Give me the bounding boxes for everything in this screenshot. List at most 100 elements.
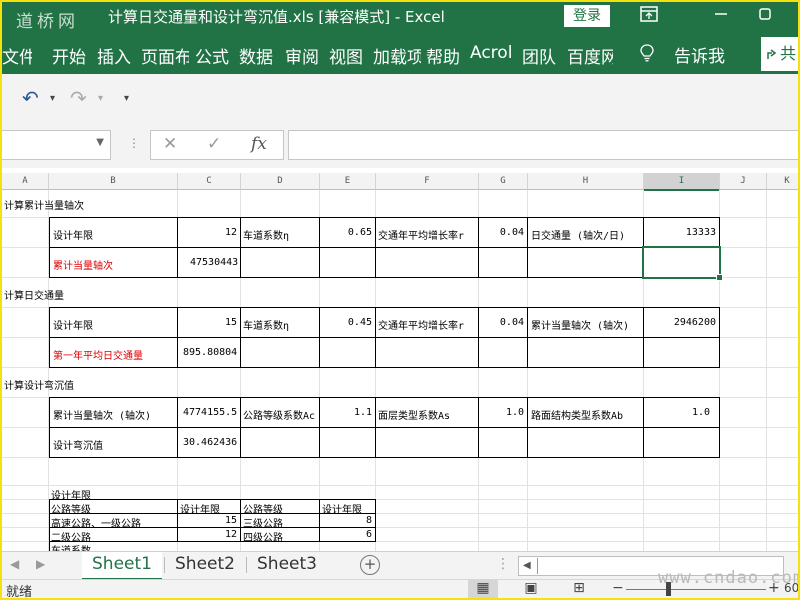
column-header-a[interactable]: A bbox=[2, 173, 49, 190]
cell-value[interactable]: 30.462436 bbox=[183, 437, 237, 448]
section-title[interactable]: 计算设计弯沉值 bbox=[4, 377, 74, 392]
table-header[interactable]: 设计年限 bbox=[180, 501, 220, 516]
table-header[interactable]: 公路等级 bbox=[51, 501, 91, 516]
cell-label[interactable]: 交通年平均增长率r bbox=[378, 227, 464, 242]
cell-label[interactable]: 累计当量轴次 (轴次) bbox=[53, 407, 151, 422]
table-cell[interactable]: 12 bbox=[178, 529, 237, 540]
cell-label[interactable]: 车道系数η bbox=[243, 317, 289, 332]
cell-label[interactable]: 设计年限 bbox=[53, 227, 93, 242]
name-box[interactable]: ▼ bbox=[2, 130, 111, 160]
undo-dropdown-icon[interactable]: ▾ bbox=[50, 93, 55, 104]
tell-me-box[interactable]: 告诉我 bbox=[674, 42, 725, 67]
cell-value[interactable]: 1.0 bbox=[479, 407, 524, 418]
page-layout-view-icon[interactable]: ▣ bbox=[516, 580, 546, 598]
column-header-h[interactable]: H bbox=[528, 173, 644, 190]
tab-split-handle-icon[interactable]: ⋮ bbox=[496, 556, 510, 572]
tab-acrobat[interactable]: Acrol bbox=[470, 43, 516, 63]
minimize-icon[interactable] bbox=[710, 6, 732, 26]
add-sheet-icon[interactable]: + bbox=[360, 555, 380, 575]
cell-value[interactable]: 0.65 bbox=[320, 227, 372, 238]
cell-label[interactable]: 累计当量轴次 bbox=[53, 257, 113, 272]
cell-label[interactable]: 公路等级系数Ac bbox=[243, 407, 318, 422]
ribbon-display-icon[interactable] bbox=[638, 6, 660, 26]
worksheet-grid[interactable]: A B C D E F G H I J K 计算累计当量轴次 设计年限 12 车… bbox=[2, 173, 798, 551]
cell-label[interactable]: 面层类型系数As bbox=[378, 407, 450, 422]
column-header-f[interactable]: F bbox=[376, 173, 479, 190]
sheet-tab-sheet1[interactable]: Sheet1 bbox=[82, 552, 162, 581]
table-cell[interactable]: 车道系数 bbox=[51, 542, 91, 551]
formula-input[interactable] bbox=[288, 130, 798, 160]
cell-value[interactable]: 47530443 bbox=[190, 257, 238, 268]
name-box-dropdown-icon[interactable]: ▼ bbox=[96, 137, 104, 148]
tab-help[interactable]: 帮助 bbox=[426, 43, 464, 68]
column-header-j[interactable]: J bbox=[720, 173, 767, 190]
cancel-icon[interactable]: ✕ bbox=[163, 134, 177, 154]
table-cell[interactable]: 四级公路 bbox=[243, 529, 283, 544]
share-button[interactable]: 共 bbox=[761, 37, 798, 71]
scroll-right-icon[interactable]: ▶ bbox=[36, 557, 45, 571]
normal-view-icon[interactable]: ▦ bbox=[468, 580, 498, 598]
cell-value[interactable]: 0.04 bbox=[479, 227, 524, 238]
cell-value[interactable]: 13333 bbox=[644, 227, 716, 238]
cell-value[interactable]: 2946200 bbox=[644, 317, 716, 328]
cell-label[interactable]: 累计当量轴次 (轴次) bbox=[531, 317, 629, 332]
cell-label[interactable]: 设计年限 bbox=[53, 317, 93, 332]
scroll-left-icon[interactable]: ◀ bbox=[10, 557, 19, 571]
tab-formulas[interactable]: 公式 bbox=[195, 43, 233, 68]
cell-label[interactable]: 交通年平均增长率r bbox=[378, 317, 464, 332]
cell-label[interactable]: 路面结构类型系数Ab bbox=[531, 407, 623, 422]
tab-baidu[interactable]: 百度网 bbox=[567, 43, 613, 68]
enter-icon[interactable]: ✓ bbox=[207, 134, 221, 154]
scroll-left-arrow-icon[interactable]: ◀ bbox=[523, 560, 531, 571]
login-button[interactable]: 登录 bbox=[564, 5, 610, 27]
column-header-k[interactable]: K bbox=[767, 173, 798, 190]
column-header-e[interactable]: E bbox=[320, 173, 376, 190]
tab-insert[interactable]: 插入 bbox=[97, 43, 135, 68]
cell-value[interactable]: 0.04 bbox=[479, 317, 524, 328]
cell-value[interactable]: 4774155.5 bbox=[183, 407, 237, 418]
column-header-i[interactable]: I bbox=[644, 173, 720, 191]
redo-icon[interactable]: ↷ bbox=[70, 86, 87, 110]
page-break-view-icon[interactable]: ⊞ bbox=[564, 580, 594, 598]
table-cell[interactable]: 6 bbox=[320, 529, 372, 540]
cell-value[interactable]: 15 bbox=[178, 317, 237, 328]
column-header-c[interactable]: C bbox=[178, 173, 241, 190]
tab-review[interactable]: 审阅 bbox=[285, 43, 323, 68]
tab-data[interactable]: 数据 bbox=[239, 43, 277, 68]
scroll-thumb[interactable] bbox=[537, 558, 538, 574]
cell-value[interactable]: 12 bbox=[178, 227, 237, 238]
tab-view[interactable]: 视图 bbox=[329, 43, 367, 68]
table-cell[interactable]: 15 bbox=[178, 515, 237, 526]
insert-function-icon[interactable]: fx bbox=[251, 134, 267, 154]
tab-home[interactable]: 开始 bbox=[52, 43, 90, 68]
sheet-tab-sheet3[interactable]: Sheet3 bbox=[248, 552, 326, 578]
table-header[interactable]: 设计年限 bbox=[322, 501, 362, 516]
restore-icon[interactable] bbox=[754, 6, 776, 26]
zoom-out-icon[interactable]: − bbox=[612, 580, 624, 596]
table-title[interactable]: 设计年限 bbox=[51, 487, 91, 502]
table-cell[interactable]: 8 bbox=[320, 515, 372, 526]
table-header[interactable]: 公路等级 bbox=[243, 501, 283, 516]
tab-addins[interactable]: 加载项 bbox=[373, 43, 421, 68]
table-cell[interactable]: 高速公路、一级公路 bbox=[51, 515, 141, 530]
tab-team[interactable]: 团队 bbox=[522, 43, 560, 68]
formula-bar-splitter-icon[interactable]: ⋮ bbox=[128, 136, 140, 150]
cell-label[interactable]: 日交通量 (轴次/日) bbox=[531, 227, 625, 242]
cell-value[interactable]: 1.0 bbox=[644, 407, 710, 418]
table-cell[interactable]: 三级公路 bbox=[243, 515, 283, 530]
column-header-b[interactable]: B bbox=[49, 173, 178, 190]
cell-value[interactable]: 895.80804 bbox=[183, 347, 237, 358]
active-cell-selection[interactable] bbox=[642, 246, 723, 281]
undo-icon[interactable]: ↶ bbox=[22, 86, 39, 110]
column-header-d[interactable]: D bbox=[241, 173, 320, 190]
customize-qat-icon[interactable]: ▾ bbox=[124, 93, 129, 104]
sheet-tab-sheet2[interactable]: Sheet2 bbox=[166, 552, 244, 578]
tab-file[interactable]: 文件 bbox=[2, 43, 32, 68]
section-title[interactable]: 计算累计当量轴次 bbox=[4, 197, 84, 212]
cell-value[interactable]: 0.45 bbox=[320, 317, 372, 328]
cell-label[interactable]: 第一年平均日交通量 bbox=[53, 347, 143, 362]
redo-dropdown-icon[interactable]: ▾ bbox=[98, 93, 103, 104]
zoom-slider[interactable] bbox=[626, 589, 766, 590]
tab-page-layout[interactable]: 页面布 bbox=[141, 43, 189, 68]
cell-value[interactable]: 1.1 bbox=[320, 407, 372, 418]
